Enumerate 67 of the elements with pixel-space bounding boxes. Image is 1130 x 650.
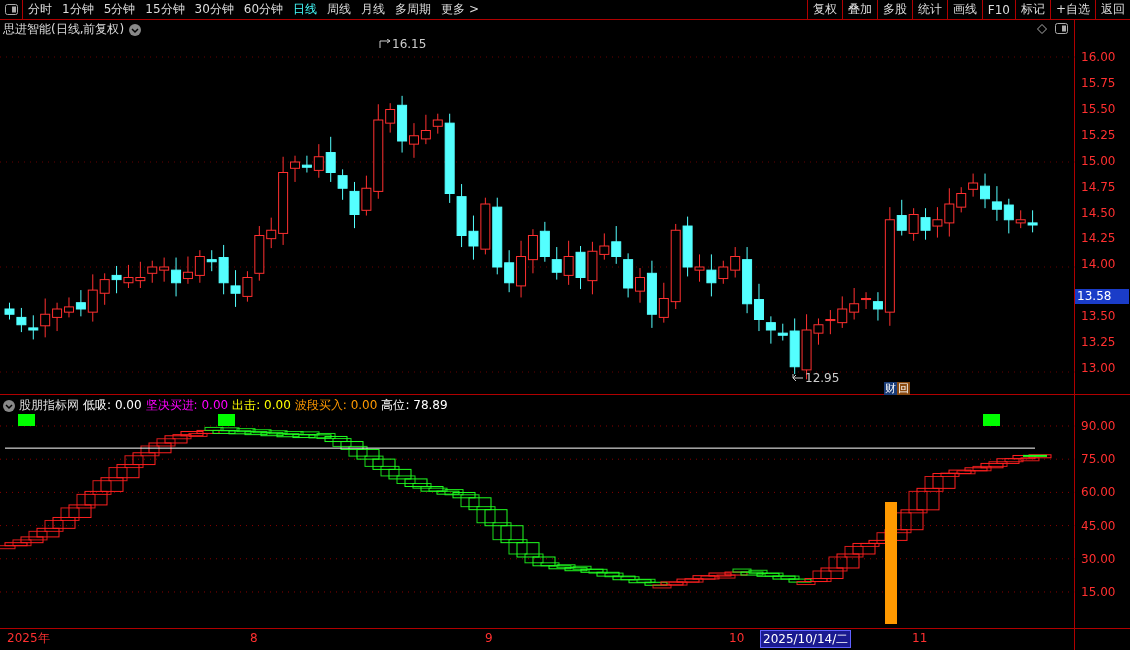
toolbar-button[interactable]: 多股 xyxy=(876,0,912,19)
signal-marker xyxy=(983,414,1000,426)
toolbar-button[interactable]: 统计 xyxy=(911,0,947,19)
price-axis-label: 14.25 xyxy=(1080,231,1117,248)
indicator-axis-label: 15.00 xyxy=(1080,584,1117,601)
indicator-name: 股朋指标网 xyxy=(19,397,79,414)
period-tab[interactable]: 60分钟 xyxy=(238,0,289,19)
legend-item: 坚决买进: 0.00 xyxy=(145,397,229,414)
collapse-icon[interactable] xyxy=(3,399,15,412)
time-axis-label: 9 xyxy=(484,630,494,646)
indicator-axis-label: 30.00 xyxy=(1080,551,1117,568)
toolbar-button[interactable]: +自选 xyxy=(1049,0,1095,19)
legend-item: 高位: 78.89 xyxy=(381,397,448,414)
period-tab[interactable]: 日线 xyxy=(288,0,323,19)
time-axis-label: 10 xyxy=(728,630,746,646)
price-axis-label: 14.00 xyxy=(1080,257,1117,274)
period-tab[interactable]: 月线 xyxy=(356,0,391,19)
legend-item: 低吸: 0.00 xyxy=(83,397,142,414)
time-axis-label: 8 xyxy=(249,630,259,646)
toolbar-button[interactable]: 标记 xyxy=(1014,0,1050,19)
panel-toggle-icon[interactable] xyxy=(1055,23,1069,34)
price-axis-label: 16.00 xyxy=(1080,50,1117,66)
collapse-icon[interactable] xyxy=(129,23,142,36)
indicator-axis-label: 45.00 xyxy=(1080,518,1117,535)
indicator-axis-label: 75.00 xyxy=(1080,452,1117,469)
price-axis-label: 15.75 xyxy=(1080,75,1117,92)
price-axis-label: 15.25 xyxy=(1080,127,1117,144)
signal-marker xyxy=(18,414,35,426)
period-tab[interactable]: 1分钟 xyxy=(57,0,99,19)
indicator-axis-label: 90.00 xyxy=(1080,419,1117,435)
current-price-tag: 13.58 xyxy=(1075,288,1130,304)
time-axis-label: 11 xyxy=(911,630,929,646)
period-tab[interactable]: 分时 xyxy=(23,0,57,19)
legend-item: 出击: 0.00 xyxy=(232,397,291,414)
toolbar-button[interactable]: 画线 xyxy=(946,0,982,19)
low-price-label: 12.95 xyxy=(805,371,840,385)
indicator-axis-label: 60.00 xyxy=(1080,485,1117,502)
period-tab[interactable]: 多周期 xyxy=(390,0,437,19)
price-axis-label: 15.50 xyxy=(1080,101,1117,118)
arrow-icon xyxy=(379,39,391,49)
toolbar-button[interactable]: 返回 xyxy=(1095,0,1130,19)
price-axis-label: 14.75 xyxy=(1080,179,1117,196)
period-tab[interactable]: 30分钟 xyxy=(189,0,239,19)
date-cursor-label: 2025/10/14/二 xyxy=(760,630,852,648)
signal-marker xyxy=(218,414,235,426)
price-axis-label: 13.50 xyxy=(1080,309,1117,326)
arrow-icon xyxy=(792,373,804,383)
chart-title: 思进智能(日线,前复权) xyxy=(3,21,125,38)
period-tab[interactable]: 15分钟 xyxy=(140,0,190,19)
buyback-badge[interactable]: 回 xyxy=(897,382,910,395)
price-axis-label: 14.50 xyxy=(1080,205,1117,222)
panel-toggle-icon[interactable] xyxy=(4,4,18,15)
price-axis-label: 15.00 xyxy=(1080,153,1117,170)
period-tab[interactable]: 更多 > xyxy=(436,0,484,19)
price-axis-label: 13.25 xyxy=(1080,335,1117,352)
indicator-tail-line xyxy=(1022,454,1048,457)
time-axis-label: 2025年 xyxy=(6,630,51,646)
toolbar-button[interactable]: 叠加 xyxy=(841,0,877,19)
diamond-icon[interactable] xyxy=(1037,23,1048,34)
period-tab[interactable]: 5分钟 xyxy=(98,0,141,19)
period-tab[interactable]: 周线 xyxy=(322,0,357,19)
finance-badge[interactable]: 财 xyxy=(884,382,897,395)
toolbar-button[interactable]: 复权 xyxy=(806,0,842,19)
price-axis-label: 13.00 xyxy=(1080,361,1117,378)
toolbar-button[interactable]: F10 xyxy=(981,0,1015,19)
high-price-label: 16.15 xyxy=(392,37,427,51)
legend-item: 波段买入: 0.00 xyxy=(294,397,378,414)
